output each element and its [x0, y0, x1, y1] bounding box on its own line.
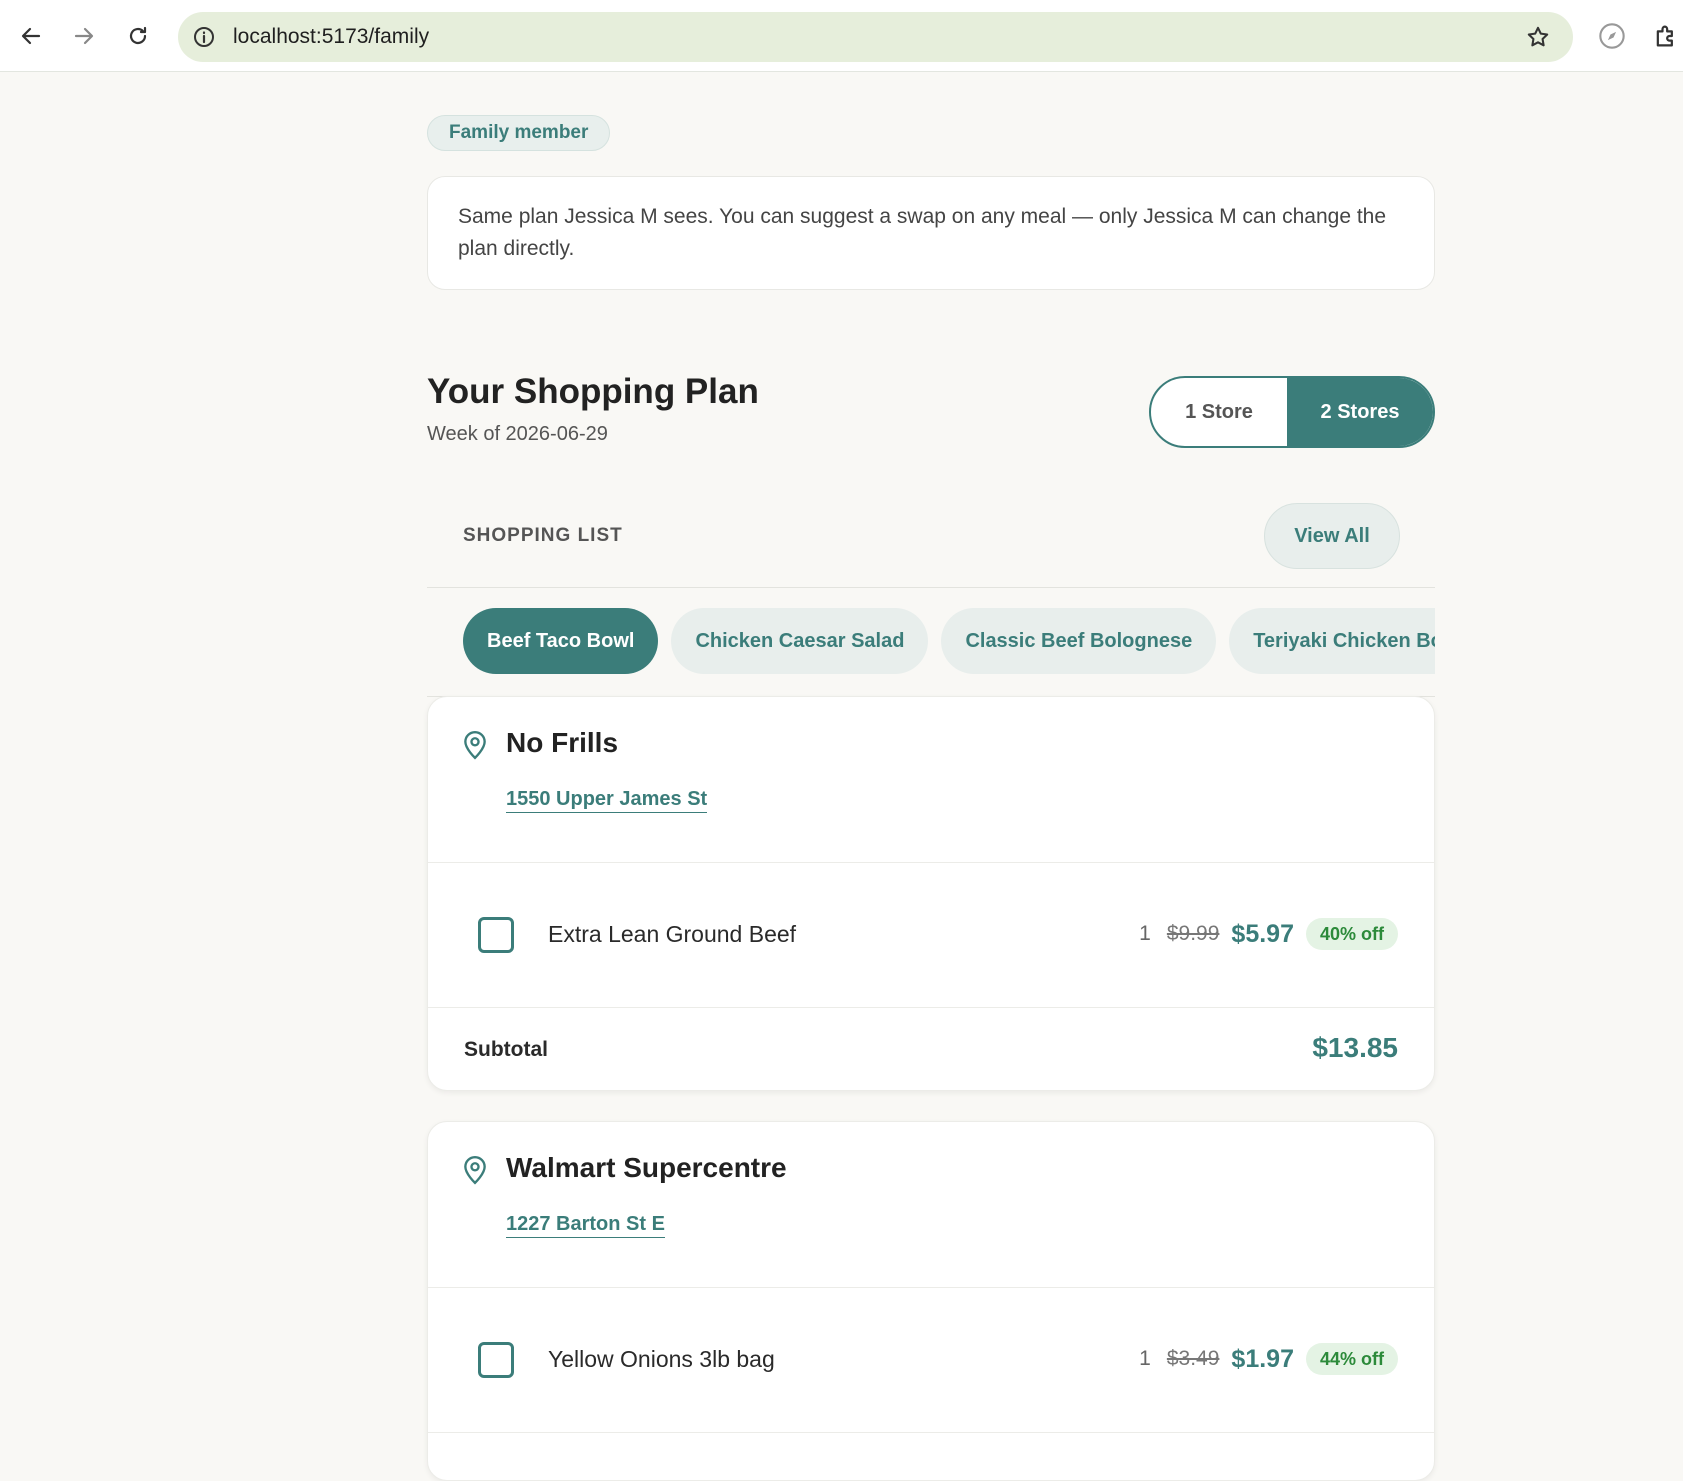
view-all-button[interactable]: View All [1264, 503, 1400, 569]
meal-tabs: Beef Taco Bowl Chicken Caesar Salad Clas… [427, 608, 1435, 676]
forward-button[interactable] [64, 16, 104, 56]
subtotal-value: $13.85 [1312, 1032, 1398, 1063]
store-name: Walmart Supercentre [506, 1152, 787, 1183]
location-pin-icon [464, 1155, 486, 1185]
one-store-option[interactable]: 1 Store [1151, 378, 1287, 446]
info-icon[interactable] [192, 25, 216, 49]
store-address-link[interactable]: 1550 Upper James St [506, 788, 708, 813]
store-name: No Frills [506, 727, 619, 758]
item-checkbox[interactable] [478, 1342, 514, 1378]
address-bar[interactable]: localhost:5173/family [178, 12, 1573, 62]
item-name: Yellow Onions 3lb bag [548, 1346, 775, 1372]
extensions-icon[interactable] [1652, 22, 1680, 50]
browser-toolbar: localhost:5173/family [0, 0, 1683, 72]
item-quantity: 1 [1139, 922, 1151, 945]
location-pin-icon [464, 730, 486, 760]
role-badge: Family member [427, 115, 611, 151]
meal-tab-classic-beef-bolognese[interactable]: Classic Beef Bolognese [941, 608, 1217, 674]
item-name: Extra Lean Ground Beef [548, 921, 797, 947]
original-price: $3.49 [1166, 1347, 1220, 1370]
sale-price: $5.97 [1231, 919, 1294, 948]
two-stores-option[interactable]: 2 Stores [1287, 378, 1433, 446]
sale-price: $1.97 [1231, 1344, 1294, 1373]
meal-tab-beef-taco-bowl[interactable]: Beef Taco Bowl [463, 608, 659, 674]
arrow-left-icon [21, 27, 41, 45]
item-checkbox[interactable] [478, 917, 514, 953]
compass-icon[interactable] [1598, 22, 1626, 50]
bookmark-star-icon[interactable] [1525, 24, 1551, 50]
store-address-link[interactable]: 1227 Barton St E [506, 1213, 665, 1238]
list-item: Extra Lean Ground Beef 1 $9.99 $5.97 40%… [428, 863, 1434, 1008]
reload-button[interactable] [118, 16, 158, 56]
list-item: Yellow Onions 3lb bag 1 $3.49 $1.97 44% … [428, 1288, 1434, 1433]
meal-tab-teriyaki-chicken-bowl[interactable]: Teriyaki Chicken Bowl [1229, 608, 1435, 674]
store-card-walmart-supercentre: Walmart Supercentre 1227 Barton St E Yel… [427, 1121, 1435, 1481]
divider [427, 587, 1435, 588]
item-quantity: 1 [1139, 1347, 1151, 1370]
subtotal-label: Subtotal [464, 1038, 548, 1061]
arrow-right-icon [74, 27, 94, 45]
page-title: Your Shopping Plan [427, 372, 759, 411]
discount-badge: 44% off [1305, 1343, 1398, 1375]
meal-tab-chicken-caesar-salad[interactable]: Chicken Caesar Salad [671, 608, 929, 674]
url-text[interactable]: localhost:5173/family [233, 25, 429, 49]
back-button[interactable] [11, 16, 51, 56]
shopping-list-heading: SHOPPING LIST [463, 525, 623, 546]
discount-badge: 40% off [1305, 918, 1398, 950]
subtotal-row: Subtotal $13.85 [428, 1008, 1434, 1090]
reload-icon [129, 26, 147, 45]
store-card-no-frills: No Frills 1550 Upper James St Extra Lean… [427, 696, 1435, 1091]
original-price: $9.99 [1166, 922, 1220, 945]
store-count-toggle: 1 Store 2 Stores [1149, 376, 1435, 448]
family-notice: Same plan Jessica M sees. You can sugges… [427, 176, 1435, 290]
week-label: Week of 2026-06-29 [427, 423, 608, 445]
